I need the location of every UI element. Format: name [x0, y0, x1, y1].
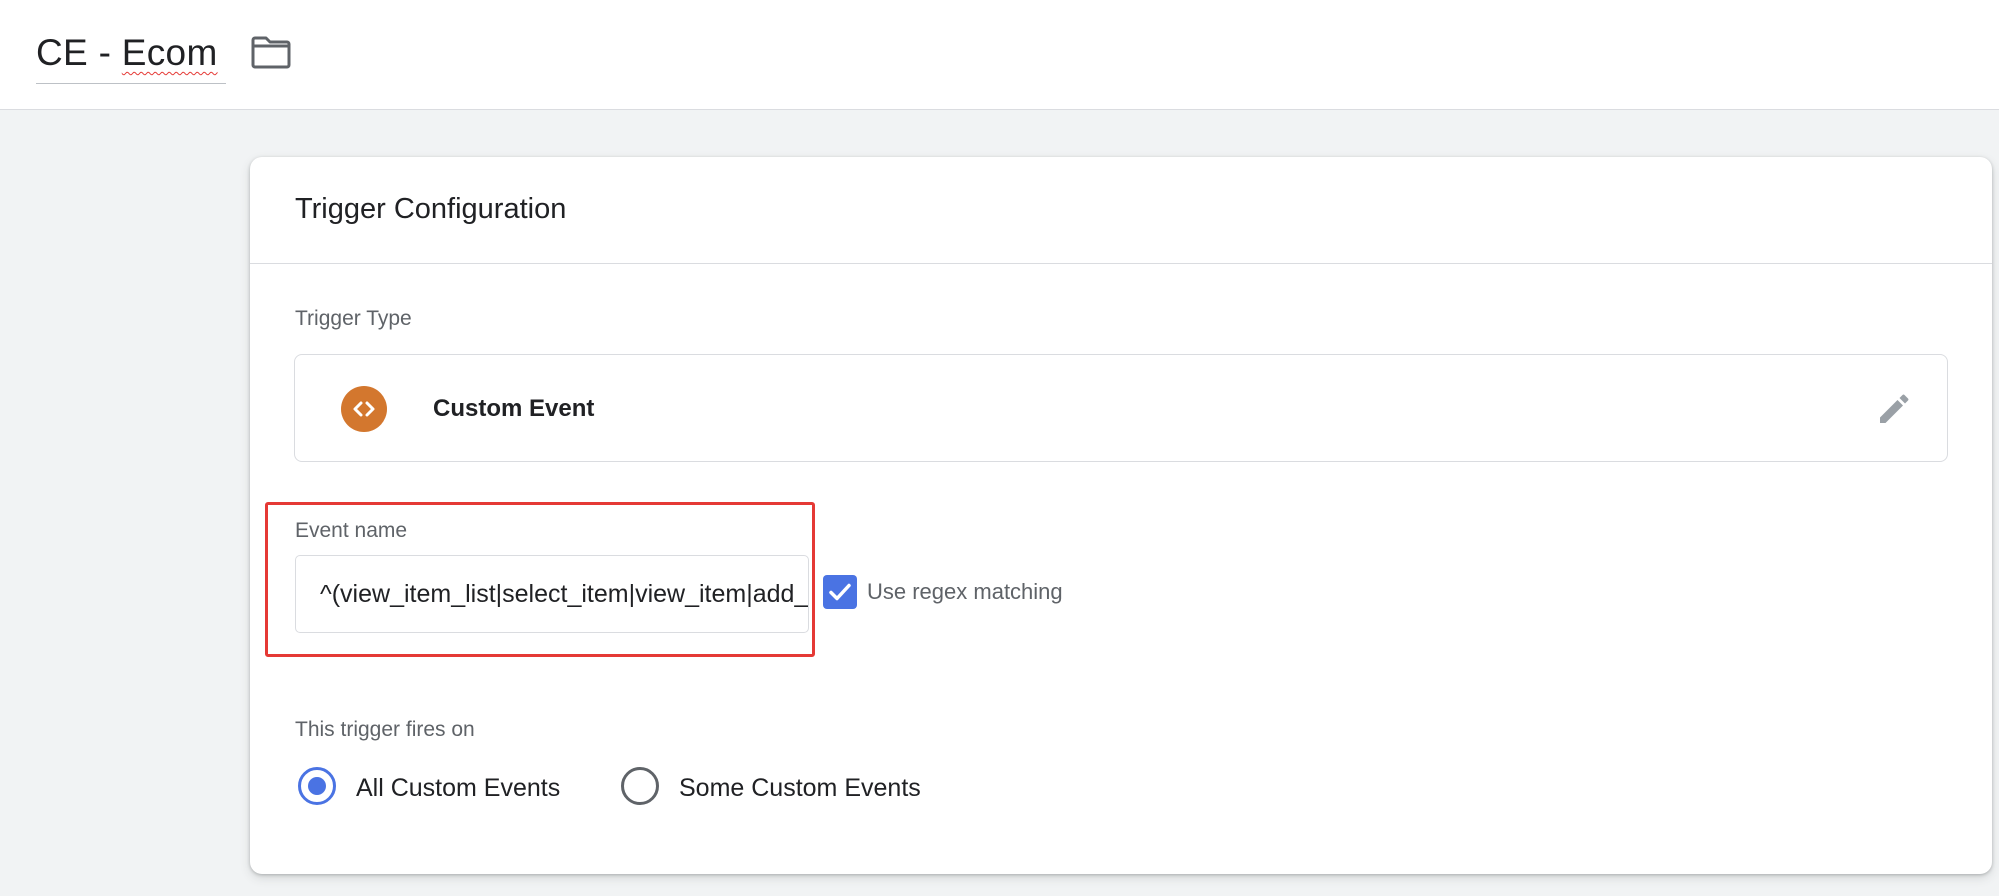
regex-checkbox[interactable]: [823, 575, 857, 609]
trigger-type-label: Trigger Type: [295, 307, 412, 330]
event-name-input[interactable]: ^(view_item_list|select_item|view_item|a…: [295, 555, 809, 633]
radio-some-custom-events-label[interactable]: Some Custom Events: [679, 774, 921, 803]
trigger-configuration-card: Trigger Configuration Trigger Type Custo…: [250, 157, 1992, 874]
trigger-name-prefix: CE -: [36, 32, 122, 73]
card-title: Trigger Configuration: [295, 193, 567, 225]
radio-all-custom-events[interactable]: [298, 767, 336, 805]
fires-on-label: This trigger fires on: [295, 718, 475, 741]
pencil-icon[interactable]: [1874, 389, 1914, 429]
radio-selected-dot: [308, 777, 326, 795]
event-name-label: Event name: [295, 519, 408, 542]
trigger-name-misspelled-word: Ecom: [121, 32, 218, 73]
code-brackets-icon: [341, 386, 387, 432]
trigger-type-selector[interactable]: Custom Event: [294, 354, 1948, 462]
trigger-type-value: Custom Event: [433, 395, 595, 422]
folder-icon[interactable]: [250, 34, 292, 70]
radio-all-custom-events-label[interactable]: All Custom Events: [356, 774, 560, 803]
check-icon: [829, 583, 851, 601]
regex-checkbox-label[interactable]: Use regex matching: [867, 579, 1063, 605]
card-header: Trigger Configuration: [250, 157, 1992, 264]
radio-some-custom-events[interactable]: [621, 767, 659, 805]
trigger-name-field[interactable]: CE - Ecom: [36, 24, 226, 84]
top-bar: CE - Ecom: [0, 0, 1999, 110]
trigger-name[interactable]: CE - Ecom: [36, 32, 218, 74]
event-name-value: ^(view_item_list|select_item|view_item|a…: [320, 580, 809, 608]
